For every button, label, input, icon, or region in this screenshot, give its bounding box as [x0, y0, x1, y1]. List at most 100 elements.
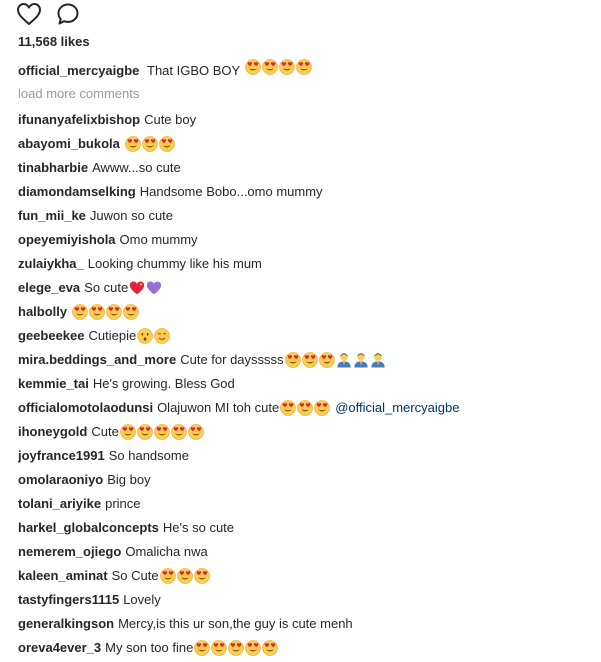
- comment-username[interactable]: abayomi_bukola: [18, 134, 120, 154]
- comment-text: prince: [105, 496, 141, 511]
- comment-text: Cute for daysssss: [180, 352, 284, 367]
- comment-username[interactable]: kaleen_aminat: [18, 566, 108, 586]
- comment-row: omolaraoniyo Big boy: [18, 468, 593, 492]
- comment-emojis: [280, 400, 331, 416]
- comment-text: So handsome: [108, 448, 189, 463]
- heart-eyes-emoji-icon: [176, 568, 193, 584]
- smirk-face-emoji-icon: [154, 328, 170, 344]
- praying-person-emoji-icon: [353, 352, 369, 368]
- comment-username[interactable]: geebeekee: [18, 326, 85, 346]
- comment-row: mira.beddings_and_more Cute for daysssss: [18, 348, 593, 372]
- comment-text: So cute: [84, 280, 129, 295]
- comment-row: tastyfingers1115 Lovely: [18, 588, 593, 612]
- comment-text: Cutiepie: [88, 328, 137, 343]
- comment-row: officialomotolaodunsi Olajuwon MI toh cut…: [18, 396, 593, 420]
- comment-text: Handsome Bobo...omo mummy: [139, 184, 323, 199]
- comment-text: Awww...so cute: [92, 160, 181, 175]
- comment-text: Lovely: [123, 592, 161, 607]
- heart-eyes-emoji-icon: [137, 424, 153, 440]
- heart-eyes-emoji-icon: [194, 640, 211, 656]
- comment-row: tolani_ariyike prince: [18, 492, 593, 516]
- comment-row: diamondamselking Handsome Bobo...omo mumm…: [18, 180, 593, 204]
- comment-text: Cute: [91, 424, 119, 439]
- comment-row: generalkingson Mercy,is this ur son,the g…: [18, 612, 593, 636]
- post-caption: official_mercyaigbe That IGBO BOY: [18, 59, 313, 80]
- comment-username[interactable]: officialomotolaodunsi: [18, 398, 153, 418]
- likes-count[interactable]: 11,568 likes: [18, 34, 90, 50]
- heart-eyes-emoji-icon: [106, 304, 122, 320]
- comment-username[interactable]: nemerem_ojiego: [18, 542, 121, 562]
- comment-row: halbolly: [18, 300, 593, 324]
- comment-text: Omo mummy: [119, 232, 198, 247]
- comment-row: joyfrance1991 So handsome: [18, 444, 593, 468]
- comment-row: fun_mii_ke Juwon so cute: [18, 204, 593, 228]
- load-more-comments-link[interactable]: load more comments: [18, 85, 139, 103]
- comment-row: ihoneygold Cute: [18, 420, 593, 444]
- comment-username[interactable]: harkel_globalconcepts: [18, 518, 159, 538]
- heart-eyes-emoji-icon: [261, 59, 278, 75]
- comment-username[interactable]: tolani_ariyike: [18, 494, 101, 514]
- heart-eyes-emoji-icon: [245, 640, 262, 656]
- comment-username[interactable]: tastyfingers1115: [18, 590, 119, 610]
- comment-text: Looking chummy like his mum: [87, 256, 262, 271]
- comment-row: elege_eva So cute: [18, 276, 593, 300]
- heart-eyes-emoji-icon: [278, 59, 295, 75]
- comment-text: Mercy,is this ur son,the guy is cute men…: [118, 616, 353, 631]
- caption-username[interactable]: official_mercyaigbe: [18, 63, 139, 78]
- heart-eyes-emoji-icon: [211, 640, 228, 656]
- comment-row: harkel_globalconcepts He's so cute: [18, 516, 593, 540]
- comment-text: My son too fine: [105, 640, 194, 655]
- heart-eyes-emoji-icon: [72, 304, 88, 320]
- comment-text: Omalicha nwa: [125, 544, 208, 559]
- post-actions: [16, 0, 80, 28]
- comment-emojis: [137, 328, 171, 344]
- comment-username[interactable]: joyfrance1991: [18, 446, 105, 466]
- comment-emojis: [194, 640, 279, 656]
- comment-text: He's growing. Bless God: [92, 376, 235, 391]
- comment-username[interactable]: elege_eva: [18, 278, 80, 298]
- comment-emojis: [159, 568, 211, 584]
- comment-username[interactable]: oreva4ever_3: [18, 638, 101, 658]
- hushed-face-emoji-icon: [137, 328, 153, 344]
- heart-eyes-emoji-icon: [301, 352, 318, 368]
- comment-username[interactable]: diamondamselking: [18, 182, 136, 202]
- comment-username[interactable]: zulaiykha_: [18, 254, 84, 274]
- heart-eyes-emoji-icon: [125, 136, 141, 152]
- heart-eyes-emoji-icon: [228, 640, 245, 656]
- comment-row: opeyemiyishola Omo mummy: [18, 228, 593, 252]
- comment-row: tinabharbie Awww...so cute: [18, 156, 593, 180]
- comment-text: So Cute: [111, 568, 159, 583]
- comment-username[interactable]: kemmie_tai: [18, 374, 89, 394]
- heart-eyes-emoji-icon: [193, 568, 210, 584]
- comment-bubble-icon[interactable]: [56, 2, 80, 26]
- comment-username[interactable]: fun_mii_ke: [18, 206, 86, 226]
- comment-username[interactable]: mira.beddings_and_more: [18, 350, 176, 370]
- comment-username[interactable]: opeyemiyishola: [18, 230, 116, 250]
- comment-row: ifunanyafelixbishop Cute boy: [18, 108, 593, 132]
- heart-eyes-emoji-icon: [171, 424, 187, 440]
- heart-eyes-emoji-icon: [120, 424, 136, 440]
- like-heart-icon[interactable]: [16, 2, 42, 26]
- comment-username[interactable]: tinabharbie: [18, 158, 88, 178]
- heart-eyes-emoji-icon: [314, 400, 330, 416]
- praying-person-emoji-icon: [370, 352, 386, 368]
- comment-username[interactable]: ihoneygold: [18, 422, 87, 442]
- comment-username[interactable]: omolaraoniyo: [18, 470, 103, 490]
- comment-username[interactable]: halbolly: [18, 302, 67, 322]
- comment-row: abayomi_bukola: [18, 132, 593, 156]
- caption-emojis: [244, 59, 313, 75]
- heart-eyes-emoji-icon: [142, 136, 158, 152]
- comment-username[interactable]: ifunanyafelixbishop: [18, 110, 140, 130]
- comment-text: Olajuwon MI toh cute: [157, 400, 280, 415]
- caption-text: That IGBO BOY: [147, 63, 240, 78]
- comment-username[interactable]: generalkingson: [18, 614, 114, 634]
- heart-eyes-emoji-icon: [154, 424, 170, 440]
- comment-row: oreva4ever_3 My son too fine: [18, 636, 593, 660]
- comment-row: kaleen_aminat So Cute: [18, 564, 593, 588]
- heart-eyes-emoji-icon: [159, 568, 176, 584]
- heart-eyes-emoji-icon: [284, 352, 301, 368]
- heart-eyes-emoji-icon: [280, 400, 296, 416]
- comment-emojis: [72, 304, 140, 320]
- comment-mention-link[interactable]: @official_mercyaigbe: [335, 398, 459, 418]
- praying-person-emoji-icon: [336, 352, 352, 368]
